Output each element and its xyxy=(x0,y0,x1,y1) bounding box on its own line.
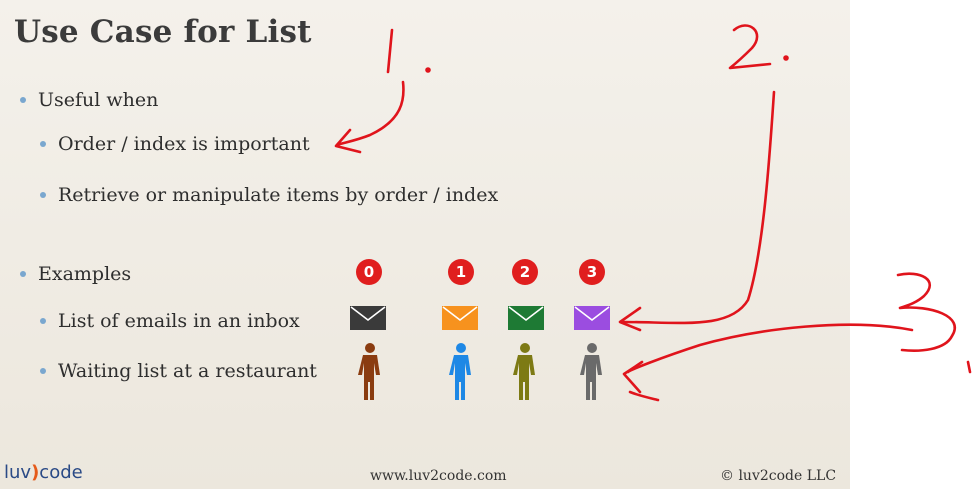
footer-copyright: © luv2code LLC xyxy=(720,468,837,484)
person-icon xyxy=(580,343,602,400)
bullet-waiting-list: Waiting list at a restaurant xyxy=(40,360,317,382)
envelope-icon xyxy=(574,306,610,330)
bullet-dot xyxy=(20,97,26,103)
envelope-icon xyxy=(508,306,544,330)
bullet-dot xyxy=(40,318,46,324)
envelope-icon xyxy=(442,306,478,330)
bullet-retrieve: Retrieve or manipulate items by order / … xyxy=(40,184,498,206)
slide-title: Use Case for List xyxy=(14,14,312,50)
index-badge-1: 1 xyxy=(448,259,474,285)
bullet-order-index: Order / index is important xyxy=(40,133,310,155)
whiteboard-area xyxy=(850,0,974,489)
bullet-dot xyxy=(40,368,46,374)
bullet-useful-when: Useful when xyxy=(20,89,158,111)
index-badge-0: 0 xyxy=(356,259,382,285)
luv2code-logo: luv)code xyxy=(4,462,83,483)
envelope-icon xyxy=(350,306,386,330)
person-icon xyxy=(449,343,471,400)
index-badge-3: 3 xyxy=(579,259,605,285)
bullet-emails: List of emails in an inbox xyxy=(40,310,300,332)
footer-url: www.luv2code.com xyxy=(370,468,507,484)
bullet-dot xyxy=(20,271,26,277)
bullet-dot xyxy=(40,141,46,147)
bullet-examples: Examples xyxy=(20,263,131,285)
bullet-dot xyxy=(40,192,46,198)
index-badge-2: 2 xyxy=(512,259,538,285)
person-icon xyxy=(358,343,380,400)
person-icon xyxy=(513,343,535,400)
slide: Use Case for List Useful when Order / in… xyxy=(0,0,850,489)
